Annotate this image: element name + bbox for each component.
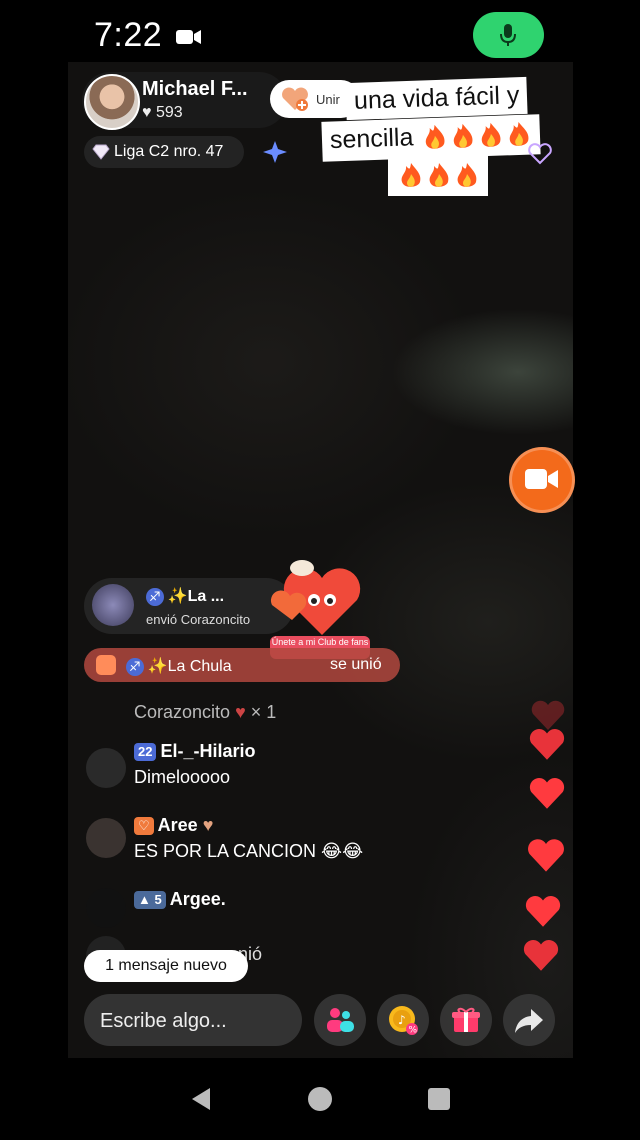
fire-icon: [482, 122, 501, 147]
multi-guest-button[interactable]: [314, 994, 366, 1046]
svg-text:%: %: [409, 1026, 418, 1036]
chat-level-badge: 22: [134, 743, 157, 762]
host-likes-count: 593: [155, 104, 183, 121]
heart-plus-icon: [282, 87, 308, 111]
chat-user[interactable]: ♡ Aree ♥: [134, 815, 213, 836]
gift-action: envió Corazoncito: [146, 612, 251, 627]
sparkle-icon[interactable]: [262, 140, 288, 164]
fan-club-badge: ♡: [134, 817, 154, 836]
coin-discount-icon: ♪ %: [389, 1006, 418, 1036]
heart-icon: [523, 940, 559, 971]
joined-user-text: ✨La Chula: [147, 658, 232, 675]
video-camera-icon: [176, 30, 201, 44]
caption-line-2: sencilla: [321, 114, 541, 162]
host-name: Michael F...: [142, 78, 248, 100]
share-button[interactable]: [503, 994, 555, 1046]
chat-gift-count: × 1: [250, 702, 277, 722]
video-call-icon: [525, 469, 558, 489]
heart-gift-icon: [270, 560, 361, 635]
microphone-indicator[interactable]: [473, 12, 544, 58]
nav-recent-icon[interactable]: [428, 1088, 450, 1110]
nav-back-icon[interactable]: [190, 1087, 212, 1111]
chat-message: Dimelooooo: [134, 767, 231, 787]
joined-action: se unió: [330, 656, 382, 673]
gift-icon: [452, 1007, 480, 1032]
heart-icon: [525, 896, 561, 927]
host-avatar[interactable]: [84, 74, 140, 130]
joined-user: ♐ ✨La Chula: [126, 656, 232, 676]
people-icon: [327, 1008, 354, 1032]
share-arrow-icon: [515, 1009, 543, 1033]
caption-line-3: [388, 156, 488, 196]
heart-icon: [528, 839, 564, 872]
new-messages-pill[interactable]: 1 mensaje nuevo: [84, 950, 248, 982]
heart-icon: [529, 729, 565, 760]
nav-home-icon[interactable]: [308, 1087, 332, 1111]
chat-gift-name: Corazoncito: [134, 702, 231, 722]
gift-button[interactable]: [440, 994, 492, 1046]
comment-placeholder: Escribe algo...: [100, 1010, 227, 1032]
heart-outline-icon: [528, 143, 552, 165]
caption-line-1: una vida fácil y: [345, 76, 528, 121]
chat-avatar[interactable]: [86, 748, 126, 788]
fire-icon: [457, 163, 477, 187]
league-label: Liga C2 nro. 47: [114, 143, 224, 160]
host-likes: ♥ 593: [142, 104, 183, 121]
chat-gift-line: Corazoncito ♥ × 1: [134, 702, 277, 722]
chat-message: ES POR LA CANCION 😂😂: [134, 841, 364, 861]
coin-promo-button[interactable]: ♪ %: [377, 994, 429, 1046]
chat-username: Aree: [157, 815, 198, 835]
chat-avatar[interactable]: [86, 888, 126, 928]
chat-avatar[interactable]: [86, 818, 126, 858]
diamond-icon: [92, 144, 110, 160]
fire-icon: [429, 163, 449, 187]
heart-icon: [529, 778, 565, 809]
chat-level-value: 5: [154, 892, 162, 908]
gift-sender-avatar: [92, 584, 134, 626]
chat-user[interactable]: 22 El-_-Hilario: [134, 741, 256, 762]
svg-text:♪: ♪: [398, 1013, 406, 1027]
chat-username: Argee.: [169, 889, 226, 909]
caption-line-2-text: sencilla: [329, 123, 414, 155]
video-call-button[interactable]: [509, 447, 575, 513]
fire-icon: [401, 163, 421, 187]
gift-sender-text: ✨La ...: [167, 588, 225, 605]
join-label: Unir: [316, 92, 340, 107]
chat-user[interactable]: ▲ 5 Argee.: [134, 889, 226, 910]
fan-club-icon: [96, 655, 116, 675]
gift-sender-name: ♐ ✨La ...: [146, 586, 224, 606]
status-time: 7:22: [94, 16, 163, 54]
chat-username: El-_-Hilario: [160, 741, 256, 761]
chat-level-badge: ▲ 5: [134, 891, 166, 910]
fire-icon: [454, 123, 473, 148]
fire-icon: [426, 124, 445, 149]
microphone-icon: [500, 24, 516, 46]
